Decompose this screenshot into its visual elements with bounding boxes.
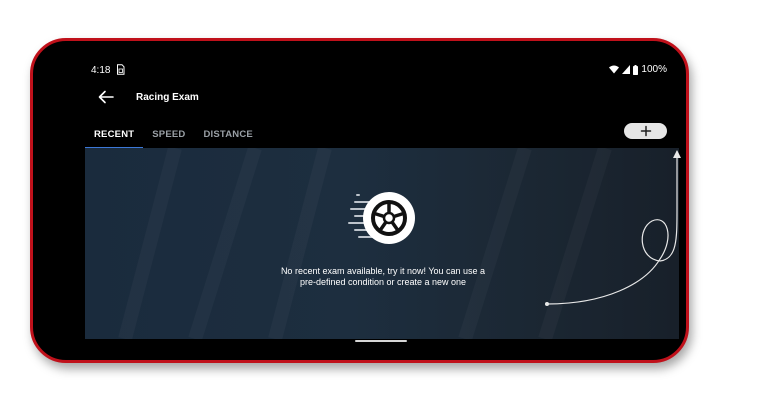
tab-bar: RECENT SPEED DISTANCE <box>85 121 262 149</box>
tab-distance[interactable]: DISTANCE <box>194 121 261 149</box>
tab-speed[interactable]: SPEED <box>143 121 194 149</box>
plus-icon <box>640 125 652 137</box>
status-right: 100% <box>609 64 667 75</box>
wifi-icon <box>609 65 620 74</box>
home-indicator[interactable] <box>355 340 407 342</box>
app-screen: 4:18 100% Racing Exam RECENT SPEED DISTA… <box>85 59 681 342</box>
battery-icon <box>633 64 639 75</box>
phone-frame: 4:18 100% Racing Exam RECENT SPEED DISTA… <box>30 38 689 363</box>
add-exam-button[interactable] <box>624 123 667 139</box>
wheel-icon <box>348 192 415 244</box>
back-arrow-icon[interactable] <box>97 89 115 105</box>
status-bar: 4:18 100% <box>85 59 681 81</box>
page-title: Racing Exam <box>136 92 199 103</box>
battery-percent: 100% <box>641 64 667 75</box>
status-time: 4:18 <box>91 65 111 76</box>
tab-recent[interactable]: RECENT <box>85 121 144 149</box>
empty-state-message: No recent exam available, try it now! Yo… <box>280 266 486 287</box>
sim-card-icon <box>117 64 125 75</box>
exam-list-area: No recent exam available, try it now! Yo… <box>85 148 679 339</box>
signal-icon <box>622 65 631 74</box>
app-bar: Racing Exam <box>85 85 681 111</box>
